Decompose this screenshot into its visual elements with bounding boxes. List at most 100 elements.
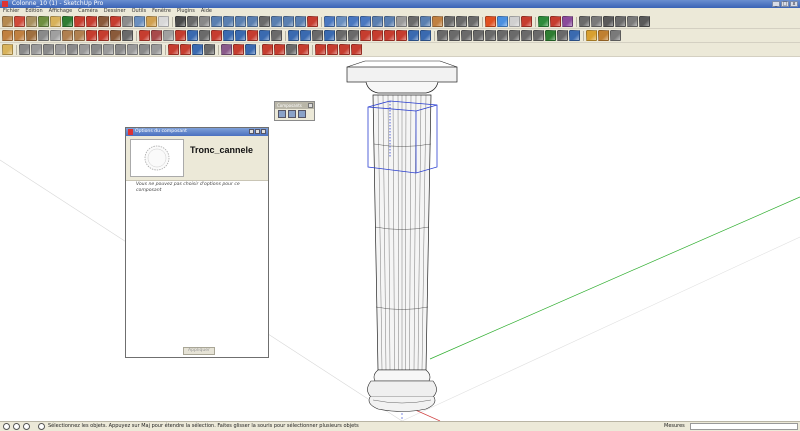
toolbar-3-tool-8-icon[interactable] xyxy=(91,44,102,55)
toolbar-1-tool-49-icon[interactable] xyxy=(562,16,573,27)
toolbar-1-tool-34-icon[interactable] xyxy=(396,16,407,27)
toolbar-1-tool-0-icon[interactable] xyxy=(2,16,13,27)
menu-fenetre[interactable]: Fenêtre xyxy=(152,8,171,15)
toolbar-1-tool-45-icon[interactable] xyxy=(521,16,532,27)
toolbar-2-tool-1-icon[interactable] xyxy=(14,30,25,41)
toolbar-1-tool-53-icon[interactable] xyxy=(603,16,614,27)
toolbar-1-tool-10-icon[interactable] xyxy=(122,16,133,27)
toolbar-3-tool-7-icon[interactable] xyxy=(79,44,90,55)
toolbar-1-tool-37-icon[interactable] xyxy=(432,16,443,27)
toolbar-2-tool-4-icon[interactable] xyxy=(50,30,61,41)
toolbar-2-tool-29-icon[interactable] xyxy=(336,30,347,41)
menu-edition[interactable]: Edition xyxy=(25,8,42,15)
apply-button[interactable]: Appliquer xyxy=(183,347,215,355)
column-base[interactable] xyxy=(367,369,437,412)
geolocation-icon[interactable] xyxy=(3,423,10,430)
toolbar-1-tool-21-icon[interactable] xyxy=(247,16,258,27)
toolbar-1-tool-48-icon[interactable] xyxy=(550,16,561,27)
user-icon[interactable] xyxy=(23,423,30,430)
toolbar-2-tool-2-icon[interactable] xyxy=(26,30,37,41)
toolbar-1-tool-3-icon[interactable] xyxy=(38,16,49,27)
toolbar-1-tool-35-icon[interactable] xyxy=(408,16,419,27)
toolbar-1-tool-56-icon[interactable] xyxy=(639,16,650,27)
toolbar-2-tool-35-icon[interactable] xyxy=(408,30,419,41)
toolbar-1-tool-4-icon[interactable] xyxy=(50,16,61,27)
dialog-maximize-button[interactable] xyxy=(255,129,260,134)
toolbar-2-tool-33-icon[interactable] xyxy=(384,30,395,41)
toolbar-2-tool-17-icon[interactable] xyxy=(199,30,210,41)
toolbar-1-tool-23-icon[interactable] xyxy=(271,16,282,27)
toolbar-1-tool-17-icon[interactable] xyxy=(199,16,210,27)
menu-affichage[interactable]: Affichage xyxy=(49,8,73,15)
toolbar-3-tool-17-icon[interactable] xyxy=(192,44,203,55)
toolbar-3-tool-27-icon[interactable] xyxy=(298,44,309,55)
toolbar-1-tool-20-icon[interactable] xyxy=(235,16,246,27)
toolbar-2-tool-27-icon[interactable] xyxy=(312,30,323,41)
toolbar-2-tool-44-icon[interactable] xyxy=(509,30,520,41)
toolbar-2-tool-14-icon[interactable] xyxy=(163,30,174,41)
menu-fichier[interactable]: Fichier xyxy=(3,8,19,15)
toolbar-3-tool-31-icon[interactable] xyxy=(339,44,350,55)
dialog-minimize-button[interactable] xyxy=(249,129,254,134)
toolbar-2-tool-34-icon[interactable] xyxy=(396,30,407,41)
close-button[interactable]: x xyxy=(790,1,798,7)
toolbar-1-tool-11-icon[interactable] xyxy=(134,16,145,27)
toolbar-1-tool-31-icon[interactable] xyxy=(360,16,371,27)
component-interact-icon[interactable] xyxy=(288,110,296,118)
column-shaft[interactable] xyxy=(372,94,432,371)
toolbar-3-tool-26-icon[interactable] xyxy=(286,44,297,55)
toolbar-3-tool-21-icon[interactable] xyxy=(233,44,244,55)
maximize-button[interactable]: □ xyxy=(781,1,789,7)
toolbar-2-tool-48-icon[interactable] xyxy=(557,30,568,41)
toolbar-2-tool-30-icon[interactable] xyxy=(348,30,359,41)
toolbar-1-tool-12-icon[interactable] xyxy=(146,16,157,27)
components-tray[interactable]: Composants xyxy=(274,101,315,121)
toolbar-1-tool-7-icon[interactable] xyxy=(86,16,97,27)
toolbar-1-tool-33-icon[interactable] xyxy=(384,16,395,27)
toolbar-3-tool-22-icon[interactable] xyxy=(245,44,256,55)
minimize-button[interactable]: _ xyxy=(772,1,780,7)
toolbar-1-tool-24-icon[interactable] xyxy=(283,16,294,27)
toolbar-1-tool-1-icon[interactable] xyxy=(14,16,25,27)
toolbar-2-tool-28-icon[interactable] xyxy=(324,30,335,41)
toolbar-2-tool-10-icon[interactable] xyxy=(122,30,133,41)
toolbar-2-tool-32-icon[interactable] xyxy=(372,30,383,41)
dialog-close-button[interactable] xyxy=(261,129,266,134)
toolbar-2-tool-21-icon[interactable] xyxy=(247,30,258,41)
toolbar-2-tool-39-icon[interactable] xyxy=(449,30,460,41)
toolbar-3-tool-30-icon[interactable] xyxy=(327,44,338,55)
column-capital[interactable] xyxy=(346,60,458,94)
help-icon[interactable] xyxy=(38,423,45,430)
toolbar-3-tool-9-icon[interactable] xyxy=(103,44,114,55)
toolbar-1-tool-2-icon[interactable] xyxy=(26,16,37,27)
toolbar-2-tool-20-icon[interactable] xyxy=(235,30,246,41)
toolbar-3-tool-13-icon[interactable] xyxy=(151,44,162,55)
toolbar-1-tool-29-icon[interactable] xyxy=(336,16,347,27)
toolbar-2-tool-46-icon[interactable] xyxy=(533,30,544,41)
toolbar-3-tool-16-icon[interactable] xyxy=(180,44,191,55)
toolbar-1-tool-25-icon[interactable] xyxy=(295,16,306,27)
toolbar-3-tool-24-icon[interactable] xyxy=(262,44,273,55)
toolbar-2-tool-7-icon[interactable] xyxy=(86,30,97,41)
toolbar-2-tool-52-icon[interactable] xyxy=(598,30,609,41)
toolbar-1-tool-55-icon[interactable] xyxy=(627,16,638,27)
toolbar-1-tool-8-icon[interactable] xyxy=(98,16,109,27)
toolbar-1-tool-44-icon[interactable] xyxy=(509,16,520,27)
component-options-icon[interactable] xyxy=(298,110,306,118)
toolbar-1-tool-51-icon[interactable] xyxy=(579,16,590,27)
toolbar-2-tool-45-icon[interactable] xyxy=(521,30,532,41)
toolbar-1-tool-9-icon[interactable] xyxy=(110,16,121,27)
component-options-dialog[interactable]: Options du composant Tronc_cannele Vous … xyxy=(125,127,269,358)
credits-icon[interactable] xyxy=(13,423,20,430)
toolbar-2-tool-22-icon[interactable] xyxy=(259,30,270,41)
toolbar-3-tool-12-icon[interactable] xyxy=(139,44,150,55)
toolbar-2-tool-18-icon[interactable] xyxy=(211,30,222,41)
toolbar-1-tool-16-icon[interactable] xyxy=(187,16,198,27)
toolbar-1-tool-19-icon[interactable] xyxy=(223,16,234,27)
toolbar-3-tool-29-icon[interactable] xyxy=(315,44,326,55)
toolbar-2-tool-41-icon[interactable] xyxy=(473,30,484,41)
toolbar-2-tool-36-icon[interactable] xyxy=(420,30,431,41)
toolbar-1-tool-40-icon[interactable] xyxy=(468,16,479,27)
toolbar-3-tool-0-icon[interactable] xyxy=(2,44,13,55)
toolbar-2-tool-38-icon[interactable] xyxy=(437,30,448,41)
